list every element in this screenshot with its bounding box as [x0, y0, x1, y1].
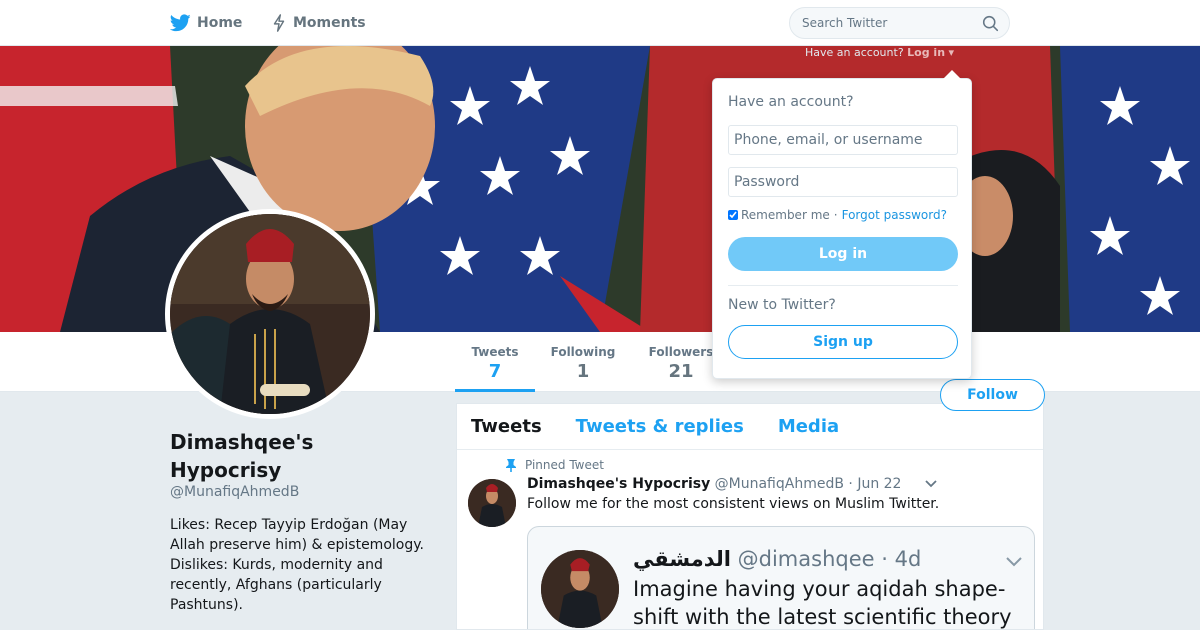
stat-following[interactable]: Following 1: [543, 332, 623, 392]
search-icon[interactable]: [982, 15, 999, 32]
quote-text: Imagine having your aqidah shape-shift w…: [633, 577, 1012, 629]
forgot-password-link[interactable]: Forgot password?: [842, 208, 947, 222]
pinned-label: Pinned Tweet: [525, 458, 604, 472]
stat-value: 1: [576, 361, 590, 382]
separator: ·: [833, 208, 838, 222]
login-dropdown: Have an account? Remember me · Forgot pa…: [712, 78, 972, 379]
stat-label: Following: [550, 345, 616, 359]
signup-button[interactable]: Sign up: [728, 325, 958, 359]
remember-row: Remember me · Forgot password?: [728, 208, 947, 222]
login-prompt-question: Have an account?: [805, 46, 904, 59]
quote-date: · 4d: [881, 547, 922, 571]
dropdown-title: Have an account?: [728, 94, 854, 110]
quoted-tweet[interactable]: الدمشقي @dimashqee · 4d Imagine having y…: [527, 526, 1035, 629]
search-box: [789, 7, 1010, 39]
username-field[interactable]: [728, 125, 958, 155]
nav-home-label: Home: [197, 15, 243, 31]
quote-header: الدمشقي @dimashqee · 4d: [633, 547, 921, 571]
tweet-date[interactable]: · Jun 22: [848, 476, 901, 492]
timeline: Tweets Tweets & replies Media Pinned Twe…: [456, 403, 1044, 630]
divider: [728, 285, 958, 286]
quote-avatar: [541, 550, 619, 628]
chevron-down-icon: ▾: [948, 46, 955, 59]
profile-avatar[interactable]: [165, 209, 375, 419]
stat-value: 7: [488, 361, 502, 382]
dropdown-arrow: [943, 70, 961, 79]
tweet-avatar[interactable]: [468, 479, 516, 527]
pinned-indicator: Pinned Tweet: [505, 458, 604, 472]
search-input[interactable]: [790, 8, 970, 38]
lightning-icon: [273, 14, 285, 32]
chevron-down-icon: [1006, 557, 1022, 567]
profile-bio: Likes: Recep Tayyip Erdoğan (May Allah p…: [170, 517, 424, 613]
twitter-bird-icon: [170, 14, 191, 32]
tab-tweets-replies[interactable]: Tweets & replies: [576, 416, 744, 437]
quote-author-handle: @dimashqee: [737, 547, 875, 571]
pin-icon: [506, 459, 516, 472]
tweet-header: Dimashqee's Hypocrisy @MunafiqAhmedB · J…: [527, 476, 901, 492]
nav-moments-label: Moments: [293, 15, 366, 31]
stat-label: Tweets: [471, 345, 519, 359]
profile-handle[interactable]: @MunafiqAhmedB: [170, 484, 299, 500]
tweet-author-name[interactable]: Dimashqee's Hypocrisy: [527, 476, 710, 492]
nav-home[interactable]: Home: [170, 0, 242, 46]
follow-button[interactable]: Follow: [940, 379, 1045, 411]
login-button[interactable]: Log in: [728, 237, 958, 271]
stat-tweets[interactable]: Tweets 7: [455, 332, 535, 392]
login-link[interactable]: Log in: [907, 46, 945, 59]
tweet-text: Follow me for the most consistent views …: [527, 496, 940, 512]
stat-followers[interactable]: Followers 21: [641, 332, 721, 392]
quote-author-name: الدمشقي: [633, 547, 731, 571]
tweet-author-handle[interactable]: @MunafiqAhmedB: [715, 476, 844, 492]
profile-name[interactable]: Dimashqee's Hypocrisy: [170, 428, 430, 484]
chevron-down-icon[interactable]: [925, 480, 937, 488]
new-to-twitter-label: New to Twitter?: [728, 297, 836, 313]
nav-moments[interactable]: Moments: [271, 0, 366, 46]
tab-tweets[interactable]: Tweets: [471, 416, 542, 437]
login-prompt: Have an account? Log in ▾: [805, 46, 954, 59]
remember-checkbox[interactable]: [728, 210, 738, 220]
tab-media[interactable]: Media: [778, 416, 839, 437]
stat-value: 21: [668, 361, 694, 382]
top-nav: Home Moments: [0, 0, 1200, 46]
password-field[interactable]: [728, 167, 958, 197]
remember-label[interactable]: Remember me: [741, 208, 830, 222]
stat-label: Followers: [648, 345, 714, 359]
